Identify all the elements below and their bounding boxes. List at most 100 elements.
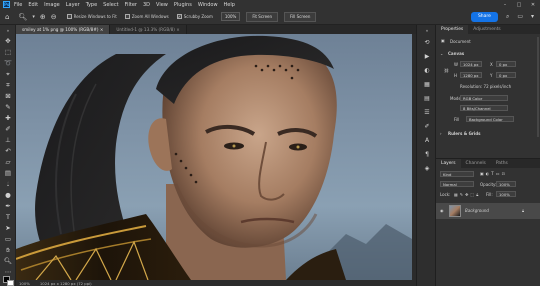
layer-name[interactable]: Background [465, 208, 489, 213]
gradient-tool-icon[interactable]: ▤ [3, 169, 13, 177]
path-selection-tool-icon[interactable]: ➤ [3, 224, 13, 232]
tab-layers[interactable]: Layers [436, 159, 461, 168]
height-field[interactable]: 1280 px [460, 72, 482, 78]
bit-depth-select[interactable]: 8 Bits/Channel [460, 105, 508, 111]
menu-image[interactable]: Image [44, 2, 60, 8]
menu-view[interactable]: View [156, 2, 168, 8]
brush-tool-icon[interactable]: ✐ [3, 125, 13, 133]
menu-layer[interactable]: Layer [66, 2, 80, 8]
collapse-icon[interactable]: « [422, 28, 432, 33]
fill-select[interactable]: Background Color [466, 116, 514, 122]
brush-settings-icon[interactable]: ✐ [422, 123, 432, 130]
resize-windows-checkbox[interactable]: Resize Windows to Fit [66, 14, 117, 19]
status-zoom[interactable]: 100% [19, 281, 30, 286]
blend-mode-select[interactable]: Normal [440, 181, 474, 187]
document-tabs: smiley at 1% png @ 100% (RGB/8#) × Untit… [16, 25, 416, 34]
zoom-tool-icon[interactable]: 🔍︎ [18, 13, 27, 21]
opacity-field[interactable]: 100% [496, 181, 516, 187]
menu-type[interactable]: Type [86, 2, 97, 8]
x-field[interactable]: 0 px [496, 61, 516, 67]
frame-tool-icon[interactable]: ⊠ [3, 92, 13, 100]
eraser-tool-icon[interactable]: ▱ [3, 158, 13, 166]
zoom-all-checkbox[interactable]: Zoom All Windows [124, 14, 169, 19]
chevron-down-icon[interactable]: ▾ [32, 14, 35, 20]
filter-icons[interactable]: ▣◐T▭⊡ [480, 171, 507, 176]
workspace-icon[interactable]: ▭ [517, 13, 523, 20]
zoom-tool-icon[interactable]: 🔍︎ [3, 257, 13, 265]
properties-icon[interactable]: ☰ [422, 109, 432, 116]
search-icon[interactable]: ⌕ [506, 13, 509, 21]
swatches-icon[interactable]: ▦ [422, 81, 432, 88]
menu-file[interactable]: File [14, 2, 22, 8]
paragraph-icon[interactable]: ¶ [422, 151, 432, 158]
zoom-in-icon[interactable]: ⊕ [40, 13, 46, 21]
fill-screen-button[interactable]: Fill Screen [284, 11, 317, 22]
blur-tool-icon[interactable]: 💧︎ [3, 180, 13, 188]
photoshop-logo: Ps [3, 1, 10, 8]
width-field[interactable]: 1024 px [460, 61, 482, 67]
eye-icon[interactable]: ◉ [440, 208, 444, 213]
maximize-button[interactable]: □ [512, 2, 526, 8]
zoom-value-field[interactable]: 100% [220, 12, 241, 21]
chevron-right-icon[interactable]: › [440, 131, 442, 136]
share-button[interactable]: Share [470, 11, 498, 22]
tab-smiley[interactable]: smiley at 1% png @ 100% (RGB/8#) × [16, 25, 111, 34]
lock-icons[interactable]: ▦✎✥⬚🔒︎ [454, 192, 480, 197]
fill-field[interactable]: 100% [496, 191, 516, 197]
options-bar: ⌂ 🔍︎ ▾ ⊕ ⊖ Resize Windows to Fit Zoom Al… [0, 9, 540, 25]
panel-scrollbar[interactable] [537, 37, 539, 137]
chevron-down-icon[interactable]: ⌄ [440, 51, 443, 56]
move-tool-icon[interactable]: ✥ [3, 37, 13, 45]
opacity-label: Opacity: [480, 182, 497, 187]
background-color-swatch[interactable] [7, 280, 14, 286]
type-tool-icon[interactable]: T [3, 213, 13, 221]
fit-screen-button[interactable]: Fit Screen [246, 11, 279, 22]
zoom-out-icon[interactable]: ⊖ [51, 13, 57, 21]
y-field[interactable]: 0 px [496, 72, 516, 78]
tab-paths[interactable]: Paths [491, 159, 513, 168]
link-icon[interactable]: ⛓ [444, 68, 449, 73]
tab-properties[interactable]: Properties [436, 25, 469, 34]
play-icon[interactable]: ▶ [422, 53, 432, 60]
hand-tool-icon[interactable]: ✋︎ [3, 246, 13, 254]
close-window-button[interactable]: ✕ [526, 2, 540, 8]
chevron-down-icon[interactable]: ▾ [531, 13, 534, 20]
lasso-tool-icon[interactable]: ➰ [3, 59, 13, 67]
tab-untitled-1[interactable]: Untitled-1 @ 13.3% (RGB/8) × [110, 25, 187, 34]
menu-help[interactable]: Help [224, 2, 235, 8]
clone-stamp-tool-icon[interactable]: ⊥ [3, 136, 13, 144]
layer-row-background[interactable]: ◉ Background 🔒︎ [436, 203, 540, 219]
marquee-tool-icon[interactable]: ⬚ [3, 48, 13, 56]
rectangle-tool-icon[interactable]: ▭ [3, 235, 13, 243]
resolution-text: Resolution: 72 pixels/inch [460, 84, 512, 89]
eyedropper-tool-icon[interactable]: ✎ [3, 103, 13, 111]
object-selection-tool-icon[interactable]: ⌖ [3, 70, 13, 78]
menu-plugins[interactable]: Plugins [174, 2, 192, 8]
kind-filter-select[interactable]: Kind [440, 171, 474, 177]
history-icon[interactable]: ⟲ [422, 39, 432, 46]
home-icon[interactable]: ⌂ [5, 13, 9, 21]
color-icon[interactable]: ◐ [422, 67, 432, 74]
minimize-button[interactable]: – [498, 2, 512, 8]
menu-window[interactable]: Window [198, 2, 218, 8]
scrubby-zoom-checkbox[interactable]: ✓ Scrubby Zoom [176, 14, 213, 19]
menu-edit[interactable]: Edit [28, 2, 38, 8]
glyphs-icon[interactable]: ◈ [422, 165, 432, 172]
mode-select[interactable]: RGB Color [460, 95, 508, 101]
character-icon[interactable]: A [422, 137, 432, 144]
menu-3d[interactable]: 3D [143, 2, 150, 8]
healing-brush-tool-icon[interactable]: ✚ [3, 114, 13, 122]
menu-select[interactable]: Select [103, 2, 118, 8]
libraries-icon[interactable]: ▤ [422, 95, 432, 102]
document-canvas[interactable] [16, 34, 412, 280]
tab-channels[interactable]: Channels [461, 159, 491, 168]
history-brush-tool-icon[interactable]: ↶ [3, 147, 13, 155]
more-tools-icon[interactable]: ⋯ [3, 268, 13, 276]
collapse-icon[interactable]: » [3, 27, 13, 35]
menu-filter[interactable]: Filter [125, 2, 137, 8]
tab-adjustments[interactable]: Adjustments [468, 25, 506, 34]
dodge-tool-icon[interactable]: ● [3, 191, 13, 199]
checkbox-checked: ✓ [176, 14, 182, 19]
crop-tool-icon[interactable]: ⌗ [3, 81, 13, 89]
pen-tool-icon[interactable]: ✒ [3, 202, 13, 210]
